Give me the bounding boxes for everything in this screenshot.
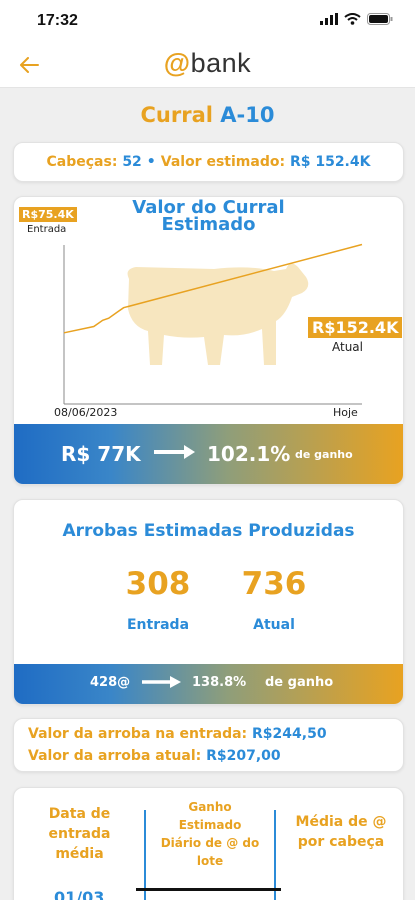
arrobas-current-value: 736 (241, 566, 307, 602)
summary-card: Cabeças: 52 • Valor estimado: R$ 152.4K (13, 142, 404, 182)
col-avg-per-head-line1: Média de @ (295, 814, 387, 830)
lot-table-card: Data de entrada média Ganho Estimado Diá… (13, 787, 404, 900)
col-avg-per-head-line2: por cabeça (297, 834, 385, 850)
heads-value: 52 (122, 154, 142, 170)
arrow-right-icon (154, 445, 195, 459)
page-title: Curral A-10 (0, 103, 415, 127)
arrobas-current-label: Atual (253, 617, 295, 633)
table-row-separator (136, 888, 281, 891)
col-daily-gain-header: Ganho Estimado Diário de @ do lote (148, 798, 272, 870)
battery-icon (367, 13, 393, 25)
page-title-code: A-10 (220, 103, 275, 127)
value-gain-amount: R$ 77K (61, 442, 141, 466)
heads-label: Cabeças: (46, 154, 118, 170)
col-daily-gain-line4: lote (196, 854, 224, 868)
arrobas-title: Arrobas Estimadas Produzidas (62, 521, 355, 541)
value-gain-percent: 102.1% (207, 442, 291, 466)
col-daily-gain-line2: Estimado (178, 818, 242, 832)
entry-value-tag: R$75.4K (19, 207, 77, 222)
estimated-value-label: Valor estimado: (160, 154, 286, 170)
signal-icon (320, 13, 338, 25)
status-icons (320, 13, 393, 25)
app-logo: @bank (0, 48, 415, 79)
current-value-label: Atual (332, 340, 363, 354)
column-divider (144, 810, 146, 900)
estimated-value: R$ 152.4K (289, 154, 371, 170)
col-daily-gain-line3: Diário de @ do (160, 836, 260, 850)
arrobas-entry-value: 308 (125, 566, 191, 602)
current-price-value: R$207,00 (206, 748, 281, 764)
logo-at: @ (163, 48, 191, 78)
value-gain-bar: R$ 77K 102.1% de ganho (14, 424, 403, 484)
col-entry-date-line3: média (55, 846, 104, 862)
summary-separator: • (146, 154, 156, 170)
arroba-price-card: Valor da arroba na entrada: R$244,50 Val… (13, 718, 404, 772)
current-price-row: Valor da arroba atual: R$207,00 (28, 745, 389, 767)
column-divider (274, 810, 276, 900)
entry-price-row: Valor da arroba na entrada: R$244,50 (28, 723, 389, 745)
entry-price-label: Valor da arroba na entrada: (28, 726, 248, 742)
entry-date-value: 01/03 (54, 888, 105, 900)
arrobas-gain-percent: 138.8% (192, 675, 247, 690)
arrobas-gain-suffix: de ganho (265, 675, 334, 690)
logo-text: bank (190, 48, 252, 78)
current-price-label: Valor da arroba atual: (28, 748, 202, 764)
status-time: 17:32 (37, 12, 78, 29)
current-value-tag: R$152.4K (308, 317, 403, 338)
page-title-prefix: Curral (140, 103, 213, 127)
col-daily-gain-line1: Ganho (188, 800, 232, 814)
entry-value-label: Entrada (27, 224, 67, 235)
col-entry-date-header: Data de entrada média (32, 804, 127, 864)
arrobas-gain-amount: 428@ (90, 675, 131, 690)
arrobas-card: Arrobas Estimadas Produzidas 308 Entrada… (13, 499, 404, 705)
x-tick-end: Hoje (333, 406, 358, 419)
arrobas-entry-label: Entrada (126, 617, 190, 633)
value-chart-card: Valor do Curral Estimado R$75.4K Entrada… (13, 196, 404, 485)
col-entry-date-line2: entrada (48, 826, 111, 842)
wifi-icon (344, 13, 361, 25)
col-avg-per-head-header: Média de @ por cabeça (282, 812, 400, 852)
col-entry-date-line1: Data de (48, 806, 111, 822)
arrobas-gain-bar: 428@ 138.8% de ganho (14, 664, 403, 704)
entry-price-value: R$244,50 (252, 726, 327, 742)
arrow-right-icon (142, 676, 181, 688)
app-header: @bank (0, 40, 415, 88)
x-tick-start: 08/06/2023 (54, 406, 118, 419)
value-gain-suffix: de ganho (295, 447, 353, 461)
status-bar: 17:32 (0, 0, 415, 40)
cow-silhouette-icon (127, 263, 309, 365)
